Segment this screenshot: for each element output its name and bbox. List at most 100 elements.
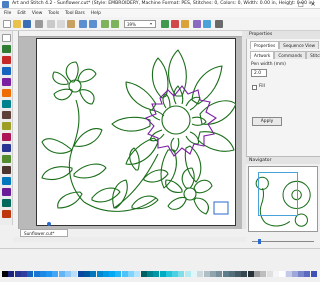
color-swatch[interactable] (260, 271, 267, 277)
color-swatch[interactable] (291, 271, 298, 277)
color-swatch[interactable] (184, 271, 191, 277)
color-swatch[interactable] (304, 271, 311, 277)
open-folder-icon[interactable] (13, 20, 21, 28)
close-button[interactable]: ✕ (308, 0, 318, 9)
color-swatch[interactable] (197, 271, 204, 277)
color-swatch[interactable] (65, 271, 71, 277)
menu-help[interactable]: Help (91, 11, 101, 16)
color-swatch[interactable] (241, 271, 248, 277)
stitch-type-icon[interactable] (2, 188, 11, 196)
copy-icon[interactable] (57, 20, 65, 28)
color-swatch[interactable] (146, 271, 153, 277)
zoom-in-icon[interactable] (101, 20, 109, 28)
color-swatch[interactable] (52, 271, 59, 277)
color-swatch[interactable] (71, 271, 78, 277)
apply-button[interactable]: Apply (252, 117, 282, 126)
tab-commands[interactable]: Commands (274, 51, 307, 59)
cut-icon[interactable] (47, 20, 55, 28)
color-swatch[interactable] (128, 271, 134, 277)
color-swatch[interactable] (298, 271, 305, 277)
menu-edit[interactable]: Edit (17, 11, 26, 16)
settings-icon[interactable] (215, 20, 223, 28)
paste-icon[interactable] (67, 20, 75, 28)
color-swatch[interactable] (2, 271, 8, 277)
node-edit-icon[interactable] (2, 45, 11, 53)
hoop-icon[interactable] (203, 20, 211, 28)
grid-icon[interactable] (193, 20, 201, 28)
menu-tool-bars[interactable]: Tool Bars (65, 11, 85, 16)
rectangle-icon[interactable] (2, 133, 11, 141)
color-swatch[interactable] (121, 271, 128, 277)
color-swatch[interactable] (8, 271, 15, 277)
color-swatch[interactable] (254, 271, 260, 277)
outline-icon[interactable] (2, 122, 11, 130)
menu-tools[interactable]: Tools (48, 11, 59, 16)
chevron-down-icon[interactable]: ▾ (150, 20, 152, 28)
color-swatch[interactable] (96, 271, 103, 277)
color-swatch[interactable] (14, 271, 21, 277)
ellipse-icon[interactable] (2, 144, 11, 152)
maximize-button[interactable]: □ (296, 0, 306, 9)
color-swatch[interactable] (33, 271, 40, 277)
color-swatch[interactable] (247, 271, 254, 277)
color-swatch[interactable] (153, 271, 160, 277)
tab-stitching[interactable]: Stitching (306, 51, 320, 59)
color-swatch[interactable] (140, 271, 147, 277)
tab-properties[interactable]: Properties (250, 41, 280, 49)
tab-artwork[interactable]: Artwork (250, 51, 275, 59)
polygon-icon[interactable] (2, 155, 11, 163)
color-swatch[interactable] (235, 271, 242, 277)
color-swatch[interactable] (39, 271, 46, 277)
color-swatch[interactable] (165, 271, 172, 277)
color-swatch[interactable] (279, 271, 286, 277)
redo-icon[interactable] (89, 20, 97, 28)
image-icon[interactable] (2, 177, 11, 185)
color-swatch[interactable] (83, 271, 90, 277)
navigator-zoom-slider[interactable] (248, 238, 318, 245)
menu-file[interactable]: File (4, 11, 11, 16)
bezier-icon[interactable] (2, 100, 11, 108)
pen-width-input[interactable]: 2.0 (251, 69, 267, 77)
document-tab[interactable]: Sunflower.cut* (20, 229, 68, 237)
undo-icon[interactable] (79, 20, 87, 28)
color-swatch[interactable] (222, 271, 229, 277)
print-icon[interactable] (35, 20, 43, 28)
color-swatch[interactable] (310, 271, 317, 277)
pen-icon[interactable] (2, 78, 11, 86)
color-swatch[interactable] (109, 271, 116, 277)
tab-sequence-view[interactable]: Sequence View (279, 41, 320, 49)
color-swatch[interactable] (228, 271, 235, 277)
color-swatch[interactable] (90, 271, 97, 277)
color-swatch[interactable] (203, 271, 210, 277)
color-swatch[interactable] (134, 271, 141, 277)
color-swatch[interactable] (209, 271, 216, 277)
minimize-button[interactable]: – (286, 0, 296, 9)
color-swatch[interactable] (172, 271, 179, 277)
lightbulb-icon[interactable] (181, 20, 189, 28)
new-file-icon[interactable] (3, 20, 11, 28)
shape-icon[interactable] (2, 56, 11, 64)
navigator-viewport[interactable] (258, 172, 298, 216)
auto-digitize-icon[interactable] (2, 199, 11, 207)
color-swatch[interactable] (102, 271, 109, 277)
stop-icon[interactable] (171, 20, 179, 28)
color-swatch[interactable] (216, 271, 223, 277)
text-icon[interactable] (2, 67, 11, 75)
color-swatch[interactable] (58, 271, 65, 277)
color-swatch[interactable] (272, 271, 279, 277)
color-swatch[interactable] (266, 271, 273, 277)
color-swatch[interactable] (77, 271, 84, 277)
color-swatch[interactable] (27, 271, 34, 277)
sunflower-design[interactable] (36, 38, 236, 226)
stitch-icon[interactable] (161, 20, 169, 28)
zoom-out-icon[interactable] (111, 20, 119, 28)
color-swatch[interactable] (159, 271, 166, 277)
color-swatch[interactable] (191, 271, 197, 277)
color-swatch[interactable] (285, 271, 292, 277)
color-swatch[interactable] (115, 271, 122, 277)
color-swatch[interactable] (46, 271, 53, 277)
fill-icon[interactable] (2, 111, 11, 119)
horizontal-scrollbar[interactable] (13, 237, 246, 242)
color-swatch[interactable] (20, 271, 27, 277)
menu-view[interactable]: View (32, 11, 42, 16)
